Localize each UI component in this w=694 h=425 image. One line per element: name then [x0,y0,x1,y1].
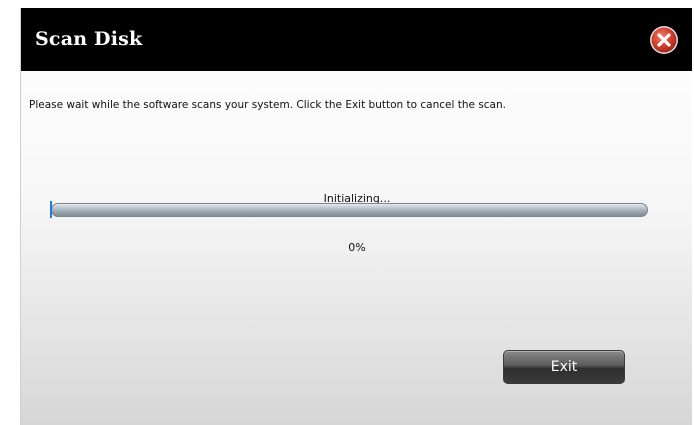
close-x-circle-icon [650,26,678,54]
scan-disk-dialog: Scan Disk Please wait while the software… [20,8,692,425]
scan-progress-bar [51,203,648,217]
progress-start-marker [50,201,52,218]
scan-message: Please wait while the software scans you… [29,99,506,111]
dialog-title: Scan Disk [35,28,143,50]
close-icon[interactable] [649,25,679,55]
scan-percent-label: 0% [348,241,366,254]
dialog-titlebar: Scan Disk [21,8,692,71]
exit-button[interactable]: Exit [503,350,625,384]
